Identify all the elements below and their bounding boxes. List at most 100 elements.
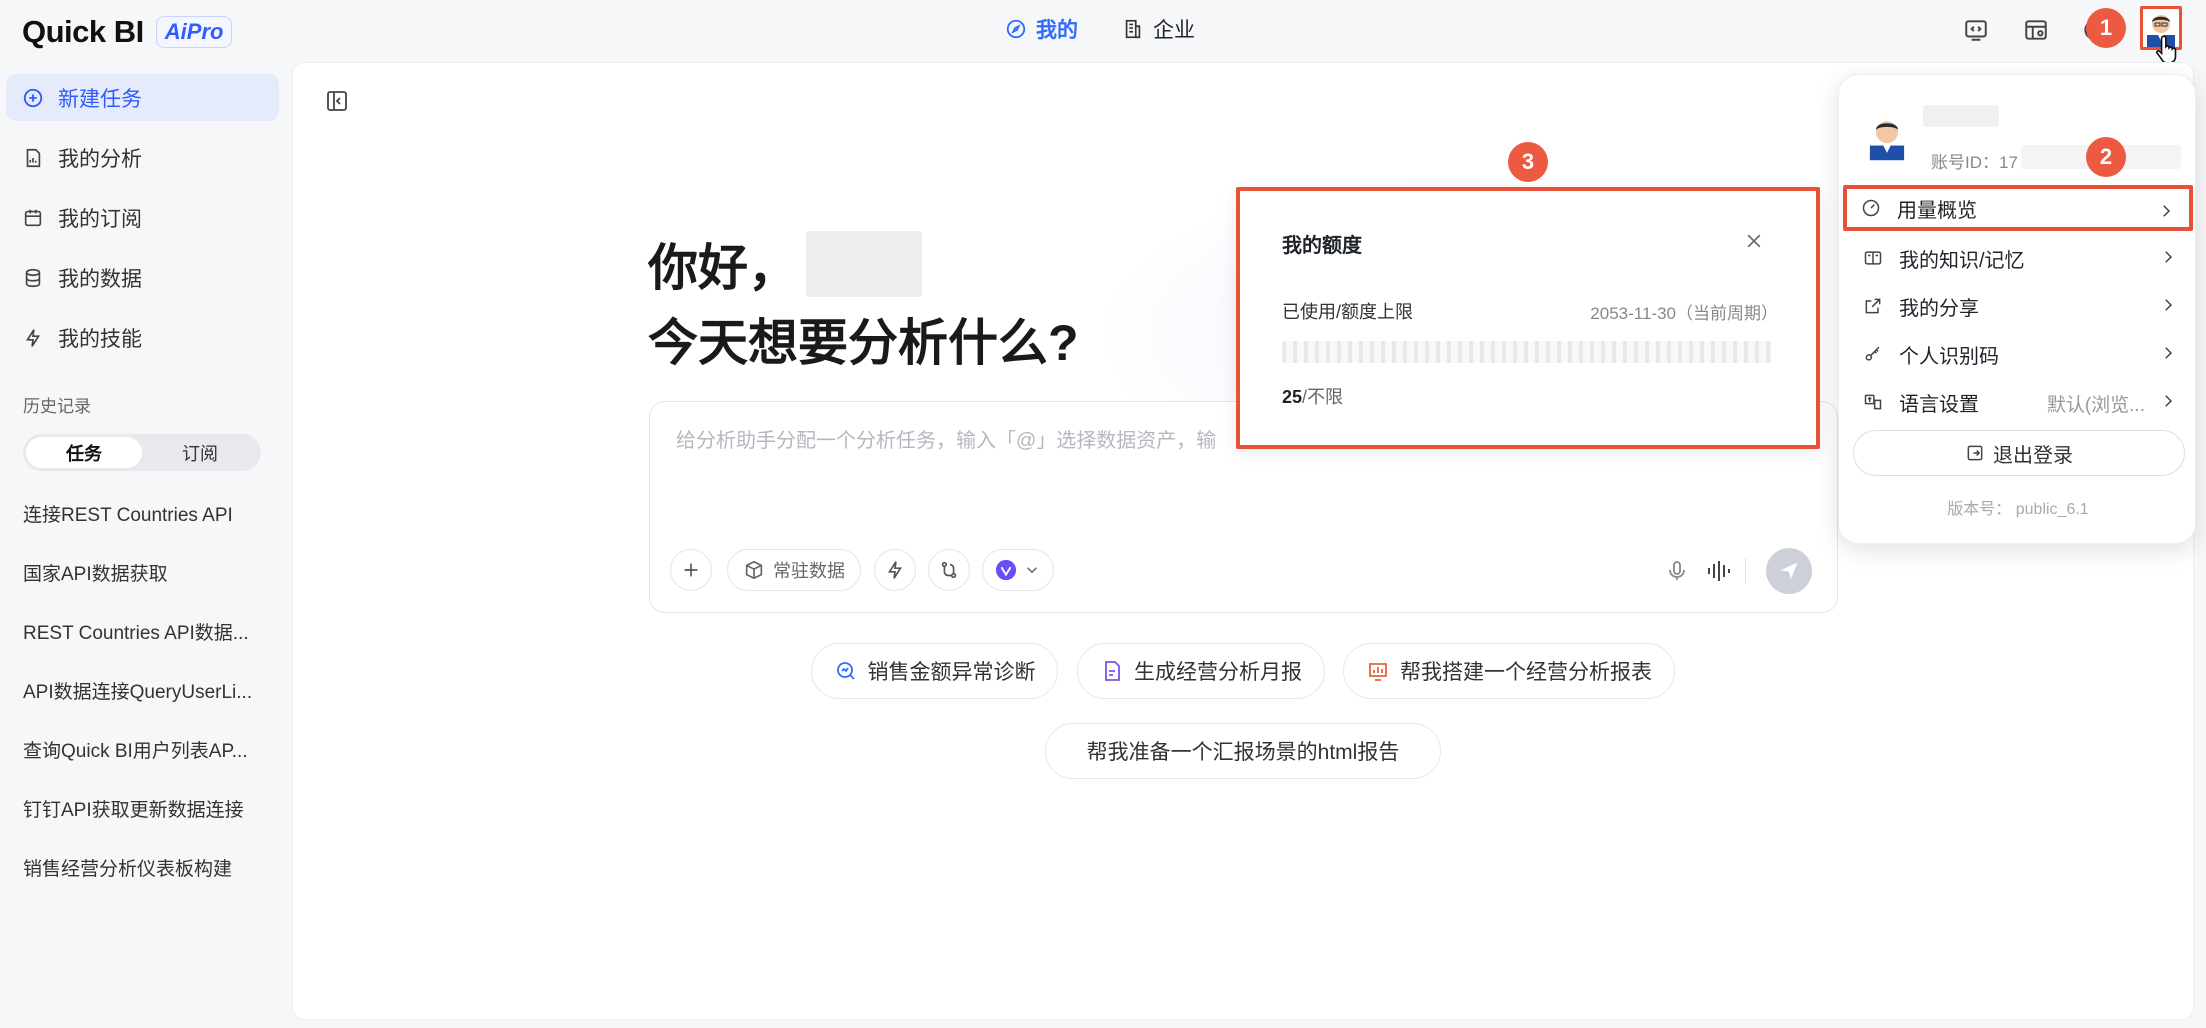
step-badge-1: 1 xyxy=(2086,8,2126,48)
sidebar-item-label: 我的分析 xyxy=(58,147,142,171)
logo[interactable]: Quick BI AiPro xyxy=(22,14,233,50)
greeting-text: 你好， xyxy=(648,240,798,296)
history-item[interactable]: 钉钉API获取更新数据连接 xyxy=(23,795,273,822)
sidebar-item-label: 我的数据 xyxy=(58,267,142,291)
logout-button[interactable]: 退出登录 xyxy=(1853,430,2185,476)
menu-item-label: 用量概览 xyxy=(1897,199,1977,222)
divider xyxy=(1745,558,1746,584)
compass-icon xyxy=(1006,19,1026,39)
aipro-badge: AiPro xyxy=(155,16,233,48)
sidebar-collapse-icon[interactable] xyxy=(325,89,349,113)
chevron-right-icon xyxy=(2165,395,2173,407)
tab-tasks[interactable]: 任务 xyxy=(26,437,142,468)
suggestion-chip[interactable]: 销售金额异常诊断 xyxy=(811,643,1058,699)
building-icon xyxy=(1125,19,1141,39)
sidebar-item-my-data[interactable]: 我的数据 xyxy=(6,254,279,301)
history-item[interactable]: 连接REST Countries API xyxy=(23,500,273,527)
sidebar-item-new-task[interactable]: 新建任务 xyxy=(6,74,279,121)
history-title: 历史记录 xyxy=(23,397,91,416)
suggestion-chip[interactable]: 帮我准备一个汇报场景的html报告 xyxy=(1045,723,1441,779)
menu-item-personal-id-code[interactable]: 个人识别码 xyxy=(1845,331,2191,377)
diagnosis-icon xyxy=(836,662,855,680)
history-item[interactable]: 查询Quick BI用户列表AP... xyxy=(23,736,273,763)
nav-mine-label: 我的 xyxy=(1036,19,1078,42)
quota-used: 25 xyxy=(1282,387,1303,407)
history-item[interactable]: REST Countries API数据... xyxy=(23,618,273,645)
nav-enterprise[interactable]: 企业 xyxy=(1122,13,1195,45)
question-heading: 今天想要分析什么? xyxy=(648,315,1079,371)
plus-icon xyxy=(684,563,698,577)
cube-icon xyxy=(745,560,763,580)
skill-button[interactable] xyxy=(874,549,916,591)
close-icon[interactable] xyxy=(1744,231,1764,251)
menu-item-label: 个人识别码 xyxy=(1899,345,1999,368)
key-icon xyxy=(1865,346,1880,361)
sidebar-item-my-skills[interactable]: 我的技能 xyxy=(6,314,279,361)
account-dropdown: 账号ID：17 用量概览 我的知识/记忆 我的分享 个人识别码 语言设置 默认(… xyxy=(1838,74,2196,544)
document-chart-icon xyxy=(26,148,41,167)
menu-item-my-shares[interactable]: 我的分享 xyxy=(1845,283,2191,329)
workflow-icon xyxy=(941,561,957,579)
top-bar: Quick BI AiPro 我的 企业 xyxy=(0,0,2206,64)
sidebar-item-my-analysis[interactable]: 我的分析 xyxy=(6,134,279,181)
model-logo-icon xyxy=(995,559,1017,581)
quota-limit: /不限 xyxy=(1302,387,1344,407)
quota-title: 我的额度 xyxy=(1282,235,1362,257)
resident-data-label: 常驻数据 xyxy=(773,561,845,581)
code-icon[interactable] xyxy=(1963,17,1989,43)
suggestion-label: 帮我搭建一个经营分析报表 xyxy=(1400,661,1652,684)
lightning-icon xyxy=(25,328,41,347)
dashboard-icon[interactable] xyxy=(2023,17,2049,43)
menu-item-language-settings[interactable]: 语言设置 默认(浏览... xyxy=(1845,379,2191,425)
sidebar-item-my-subscription[interactable]: 我的订阅 xyxy=(6,194,279,241)
nav-mine[interactable]: 我的 xyxy=(1005,13,1078,45)
hand-cursor-icon xyxy=(2156,35,2177,64)
logout-label: 退出登录 xyxy=(1993,444,2073,467)
history-item[interactable]: 销售经营分析仪表板构建 xyxy=(23,854,273,881)
version-text: 版本号： public_6.1 xyxy=(1947,501,2089,518)
calendar-icon xyxy=(24,209,42,226)
logout-icon xyxy=(1967,445,1983,461)
sidebar-item-label: 新建任务 xyxy=(58,87,142,111)
suggestion-chip[interactable]: 生成经营分析月报 xyxy=(1077,643,1325,699)
blurred-username xyxy=(806,231,922,297)
nav-enterprise-label: 企业 xyxy=(1153,19,1195,42)
gauge-icon xyxy=(1862,199,1880,217)
history-item[interactable]: 国家API数据获取 xyxy=(23,559,273,586)
model-select[interactable] xyxy=(982,549,1054,591)
add-button[interactable] xyxy=(670,549,712,591)
task-input-placeholder: 给分析助手分配一个分析任务，输入「@」选择数据资产，输 xyxy=(676,430,1217,452)
resident-data-button[interactable]: 常驻数据 xyxy=(727,549,861,591)
quota-period: 2053-11-30（当前周期） xyxy=(1590,304,1778,323)
menu-item-usage-overview[interactable]: 用量概览 xyxy=(1843,185,2193,231)
voice-wave-icon[interactable] xyxy=(1706,559,1732,583)
sidebar: 新建任务 我的分析 我的订阅 我的数据 我的技能 历史记录 任务 订阅 连接RE… xyxy=(0,60,290,1028)
suggestion-chip[interactable]: 帮我搭建一个经营分析报表 xyxy=(1343,643,1675,699)
microphone-icon[interactable] xyxy=(1665,559,1689,583)
chevron-right-icon xyxy=(2165,347,2173,359)
workflow-button[interactable] xyxy=(928,549,970,591)
book-icon xyxy=(1864,251,1882,265)
history-item[interactable]: API数据连接QueryUserLi... xyxy=(23,677,273,704)
plus-circle-icon xyxy=(23,88,43,107)
top-nav: 我的 企业 xyxy=(1005,13,1195,45)
quota-usage-label: 已使用/额度上限 xyxy=(1282,302,1414,322)
quota-popup: 我的额度 已使用/额度上限 2053-11-30（当前周期） 25/不限 xyxy=(1236,187,1820,449)
send-button[interactable] xyxy=(1766,548,1812,594)
database-icon xyxy=(25,268,41,287)
step-badge-3: 3 xyxy=(1508,142,1548,182)
suggestion-label: 生成经营分析月报 xyxy=(1134,661,1302,684)
chevron-right-icon xyxy=(2165,299,2173,311)
suggestion-label: 销售金额异常诊断 xyxy=(867,661,1036,684)
step-badge-2: 2 xyxy=(2086,137,2126,177)
quota-progress-bar xyxy=(1282,341,1772,363)
chevron-right-icon xyxy=(2163,205,2171,217)
sidebar-item-label: 我的技能 xyxy=(58,327,142,351)
menu-item-label: 我的分享 xyxy=(1899,297,1979,320)
translate-icon xyxy=(1864,394,1882,410)
quota-value: 25/不限 xyxy=(1282,383,1343,409)
menu-item-knowledge-memory[interactable]: 我的知识/记忆 xyxy=(1845,235,2191,281)
blurred-username xyxy=(1923,105,1999,127)
tab-subscriptions[interactable]: 订阅 xyxy=(142,437,258,468)
menu-item-label: 语言设置 xyxy=(1899,393,1979,416)
